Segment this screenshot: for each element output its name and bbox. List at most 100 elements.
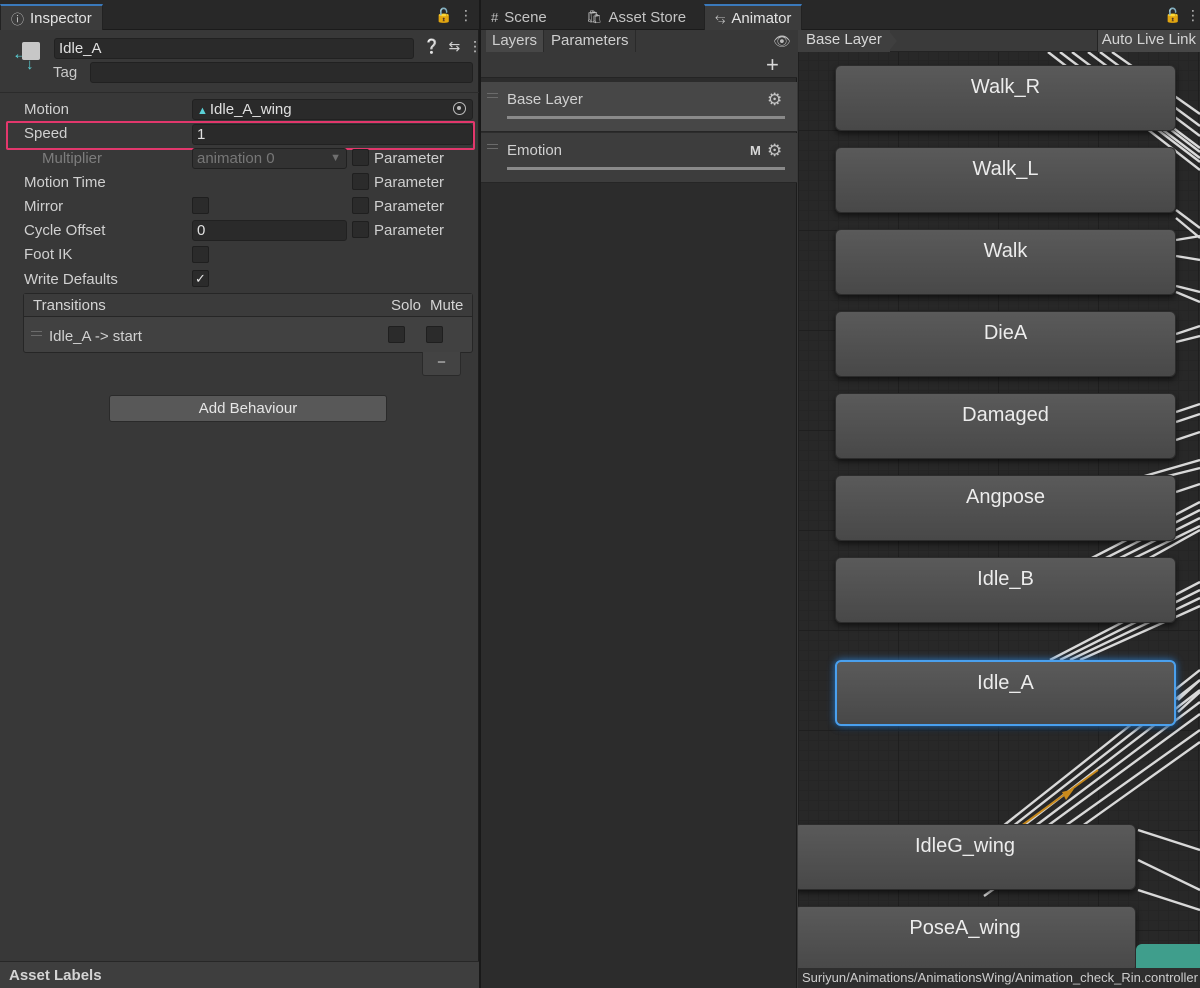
layer-item-emotion[interactable]: Emotion M ⚙	[481, 133, 797, 183]
entry-node[interactable]	[1136, 944, 1200, 968]
mirror-parameter-label: Parameter	[374, 198, 445, 215]
motion-value: Idle_A_wing	[209, 101, 292, 118]
state-machine-graph[interactable]: Base Layer Auto Live Link Walk_R Walk_L …	[798, 30, 1200, 968]
lock-icon[interactable]: 🔓	[1164, 7, 1181, 24]
remove-transition-button[interactable]: −	[422, 352, 461, 376]
motion-time-parameter-label: Parameter	[374, 174, 445, 191]
multiplier-label: Multiplier	[42, 150, 103, 167]
mute-column-label: Mute	[430, 297, 464, 314]
layer-item-base[interactable]: Base Layer ⚙	[481, 82, 797, 132]
transitions-title: Transitions	[33, 297, 106, 314]
foot-ik-label: Foot IK	[24, 246, 73, 263]
write-defaults-checkbox[interactable]: ✓	[192, 270, 209, 287]
transition-label: Idle_A -> start	[49, 328, 142, 345]
multiplier-parameter-label: Parameter	[374, 150, 445, 167]
multiplier-value: animation 0	[197, 150, 275, 167]
breadcrumb-arrow	[888, 30, 897, 52]
object-name-field[interactable]: Idle_A	[54, 38, 414, 59]
kebab-menu-icon[interactable]: ⋮	[459, 7, 473, 24]
controller-path: Suriyun/Animations/AnimationsWing/Animat…	[798, 968, 1200, 988]
breadcrumb-bar: Base Layer Auto Live Link	[798, 30, 1200, 52]
transitions-list: Transitions Solo Mute Idle_A -> start	[23, 293, 473, 353]
motion-row: Motion ▲ Idle_A_wing	[0, 98, 479, 122]
add-behaviour-button[interactable]: Add Behaviour	[109, 395, 387, 422]
drag-handle-icon[interactable]	[487, 93, 498, 98]
add-layer-button[interactable]: +	[766, 52, 779, 78]
transition-mute-checkbox[interactable]	[426, 326, 443, 343]
cycle-offset-parameter-checkbox[interactable]	[352, 221, 369, 238]
animation-clip-icon: ▲	[197, 105, 208, 117]
transition-item[interactable]: Idle_A -> start	[24, 318, 472, 352]
tab-animator-label: Animator	[731, 9, 792, 27]
info-icon: ⓘ	[11, 11, 25, 27]
tab-scene[interactable]: # Scene	[481, 4, 557, 30]
cycle-offset-input[interactable]: 0	[192, 220, 347, 241]
help-icon[interactable]: ❔	[423, 38, 440, 55]
state-node[interactable]: Walk_R	[835, 65, 1176, 131]
preset-icon[interactable]: ⇆	[448, 38, 460, 55]
mirror-row: Mirror Parameter	[0, 195, 479, 219]
mirror-parameter-checkbox[interactable]	[352, 197, 369, 214]
speed-highlight-box	[6, 121, 475, 150]
tab-scene-label: Scene	[504, 8, 547, 26]
tag-field[interactable]	[90, 62, 473, 83]
motion-time-parameter-checkbox[interactable]	[352, 173, 369, 190]
gear-icon[interactable]: ⚙	[767, 141, 782, 161]
tab-asset-store[interactable]: 🛍 Asset Store	[576, 4, 696, 30]
foot-ik-checkbox[interactable]	[192, 246, 209, 263]
auto-live-link-button[interactable]: Auto Live Link	[1096, 30, 1200, 52]
mirror-checkbox[interactable]	[192, 197, 209, 214]
layer-name: Emotion	[507, 142, 563, 159]
shopping-bag-icon: 🛍	[586, 9, 603, 24]
state-node[interactable]: Angpose	[835, 475, 1176, 541]
cycle-offset-parameter-label: Parameter	[374, 222, 445, 239]
write-defaults-label: Write Defaults	[24, 271, 118, 288]
transitions-header: Transitions Solo Mute	[24, 294, 472, 317]
state-node[interactable]: PoseA_wing	[798, 906, 1136, 968]
layers-panel-header: Layers Parameters 👁 +	[481, 30, 797, 78]
multiplier-row: Multiplier animation 0 ▼ Parameter	[0, 147, 479, 171]
tab-layers[interactable]: Layers	[486, 30, 545, 52]
header-tools: ❔ ⇆ ⋮	[423, 38, 482, 55]
transition-solo-checkbox[interactable]	[388, 326, 405, 343]
layer-weight-bar[interactable]	[507, 116, 785, 119]
state-node-selected[interactable]: Idle_A	[835, 660, 1176, 726]
layer-weight-bar[interactable]	[507, 167, 785, 170]
drag-handle-icon[interactable]	[487, 144, 498, 149]
grid-icon: #	[491, 9, 499, 25]
tab-inspector[interactable]: ⓘ Inspector	[0, 4, 103, 30]
header-divider	[0, 92, 479, 93]
inspector-panel: ⓘ Inspector 🔓 ⋮ ← ↓ Idle_A ❔ ⇆ ⋮ Tag Mot…	[0, 0, 482, 988]
state-node[interactable]: Walk	[835, 229, 1176, 295]
motion-label: Motion	[24, 101, 70, 118]
cycle-offset-label: Cycle Offset	[24, 222, 106, 239]
state-node[interactable]: IdleG_wing	[798, 824, 1136, 890]
animator-tabbar: # Scene 🛍 Asset Store ⥃ Animator 🔓 ⋮	[481, 0, 1200, 30]
lock-icon[interactable]: 🔓	[435, 7, 452, 24]
eye-icon[interactable]: 👁	[773, 33, 791, 50]
checkmark-icon: ✓	[195, 271, 206, 286]
multiplier-parameter-checkbox[interactable]	[352, 149, 369, 166]
state-node[interactable]: DieA	[835, 311, 1176, 377]
asset-labels-title: Asset Labels	[9, 967, 102, 984]
state-node[interactable]: Damaged	[835, 393, 1176, 459]
write-defaults-row: Write Defaults ✓	[0, 268, 479, 292]
tab-animator[interactable]: ⥃ Animator	[704, 4, 803, 30]
motion-object-field[interactable]: ▲ Idle_A_wing	[192, 99, 473, 120]
multiplier-dropdown[interactable]: animation 0 ▼	[192, 148, 347, 169]
animator-state-icon: ← ↓	[12, 40, 42, 73]
gear-icon[interactable]: ⚙	[767, 90, 782, 110]
mirror-label: Mirror	[24, 198, 64, 215]
layers-panel: Layers Parameters 👁 + Base Layer ⚙ Emoti…	[481, 30, 797, 988]
drag-handle-icon[interactable]	[31, 331, 42, 336]
object-picker-icon[interactable]	[453, 102, 466, 115]
tab-inspector-label: Inspector	[30, 9, 92, 27]
asset-labels-bar[interactable]: Asset Labels	[0, 961, 479, 988]
tab-parameters[interactable]: Parameters	[545, 30, 636, 52]
dropdown-arrow-icon: ▼	[330, 152, 341, 164]
cycle-offset-row: Cycle Offset 0 Parameter	[0, 219, 479, 243]
state-node[interactable]: Idle_B	[835, 557, 1176, 623]
state-node[interactable]: Walk_L	[835, 147, 1176, 213]
kebab-menu-icon[interactable]: ⋮	[1186, 7, 1200, 24]
breadcrumb[interactable]: Base Layer	[798, 30, 890, 52]
